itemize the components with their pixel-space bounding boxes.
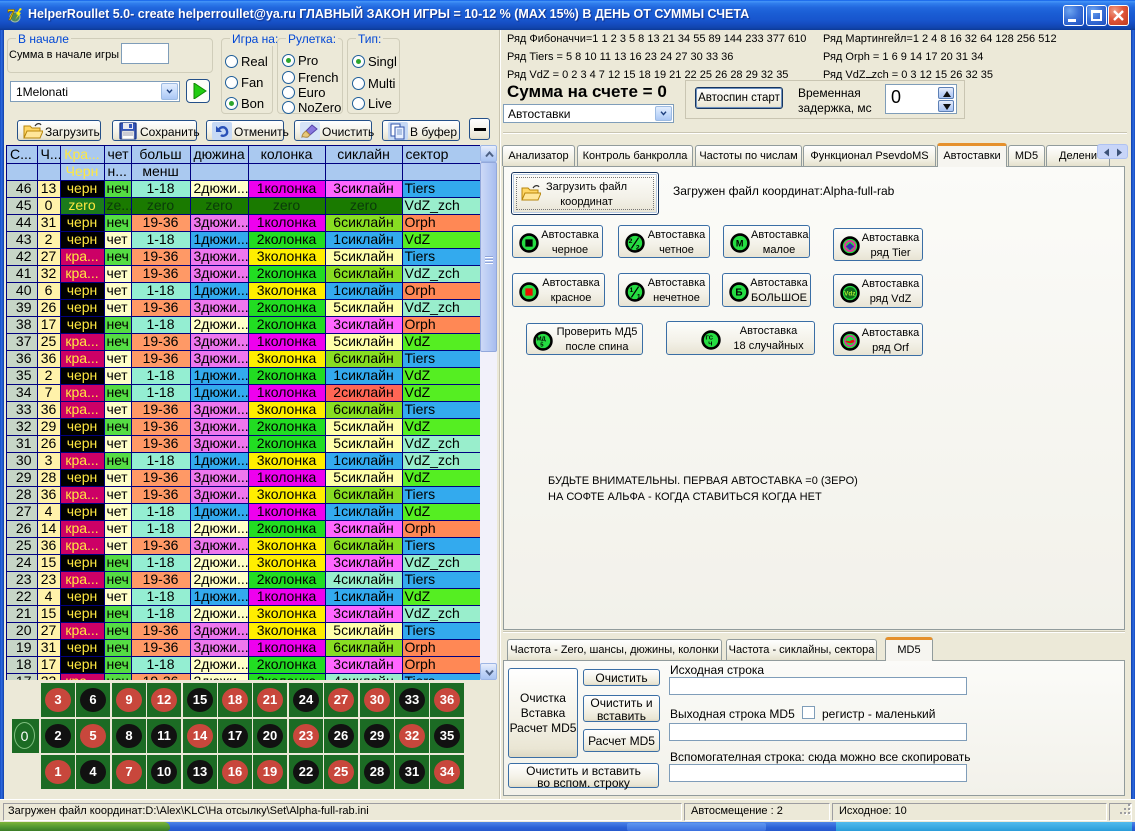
svg-text:Vdz: Vdz (844, 291, 855, 298)
svg-text:Ч: Ч (708, 341, 712, 347)
svg-text:2: 2 (629, 238, 633, 245)
svg-text:1: 1 (630, 287, 634, 294)
svg-text:М: М (736, 239, 744, 249)
svg-text:1: 1 (637, 293, 641, 300)
svg-text:7: 7 (7, 7, 15, 24)
svg-text:2: 2 (636, 244, 640, 251)
svg-text:Б: Б (735, 288, 742, 299)
